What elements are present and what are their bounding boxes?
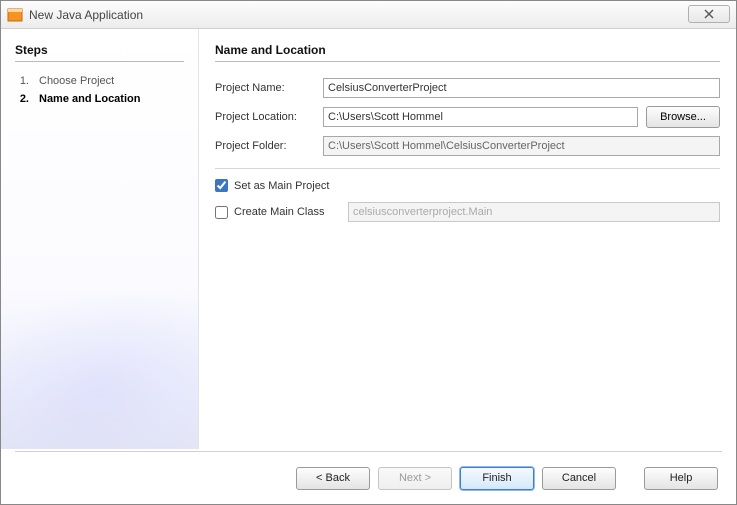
step-2: 2. Name and Location [15,90,184,108]
steps-sidebar: Steps 1. Choose Project 2. Name and Loca… [1,29,199,449]
create-main-row: Create Main Class [215,202,720,222]
create-main-label[interactable]: Create Main Class [234,206,342,218]
project-folder-row: Project Folder: [215,136,720,156]
back-button[interactable]: < Back [296,467,370,490]
cancel-button[interactable]: Cancel [542,467,616,490]
help-button[interactable]: Help [644,467,718,490]
step-1: 1. Choose Project [15,72,184,90]
finish-button[interactable]: Finish [460,467,534,490]
steps-heading: Steps [15,43,184,62]
project-name-row: Project Name: [215,78,720,98]
create-main-checkbox[interactable] [215,206,228,219]
project-name-label: Project Name: [215,82,315,94]
close-icon [703,9,715,19]
set-main-label[interactable]: Set as Main Project [234,180,329,192]
close-button[interactable] [688,5,730,23]
project-location-label: Project Location: [215,111,315,123]
button-bar: < Back Next > Finish Cancel Help [1,452,736,504]
project-location-input[interactable] [323,107,638,127]
main-heading: Name and Location [215,43,720,62]
set-main-row: Set as Main Project [215,179,720,192]
browse-button[interactable]: Browse... [646,106,720,128]
app-icon [7,7,23,23]
divider [215,168,720,169]
window-title: New Java Application [29,8,143,22]
set-main-checkbox[interactable] [215,179,228,192]
create-main-class-input [348,202,720,222]
project-location-row: Project Location: Browse... [215,106,720,128]
titlebar: New Java Application [1,1,736,29]
next-button: Next > [378,467,452,490]
main-panel: Name and Location Project Name: Project … [199,29,736,449]
project-name-input[interactable] [323,78,720,98]
project-folder-input [323,136,720,156]
project-folder-label: Project Folder: [215,140,315,152]
